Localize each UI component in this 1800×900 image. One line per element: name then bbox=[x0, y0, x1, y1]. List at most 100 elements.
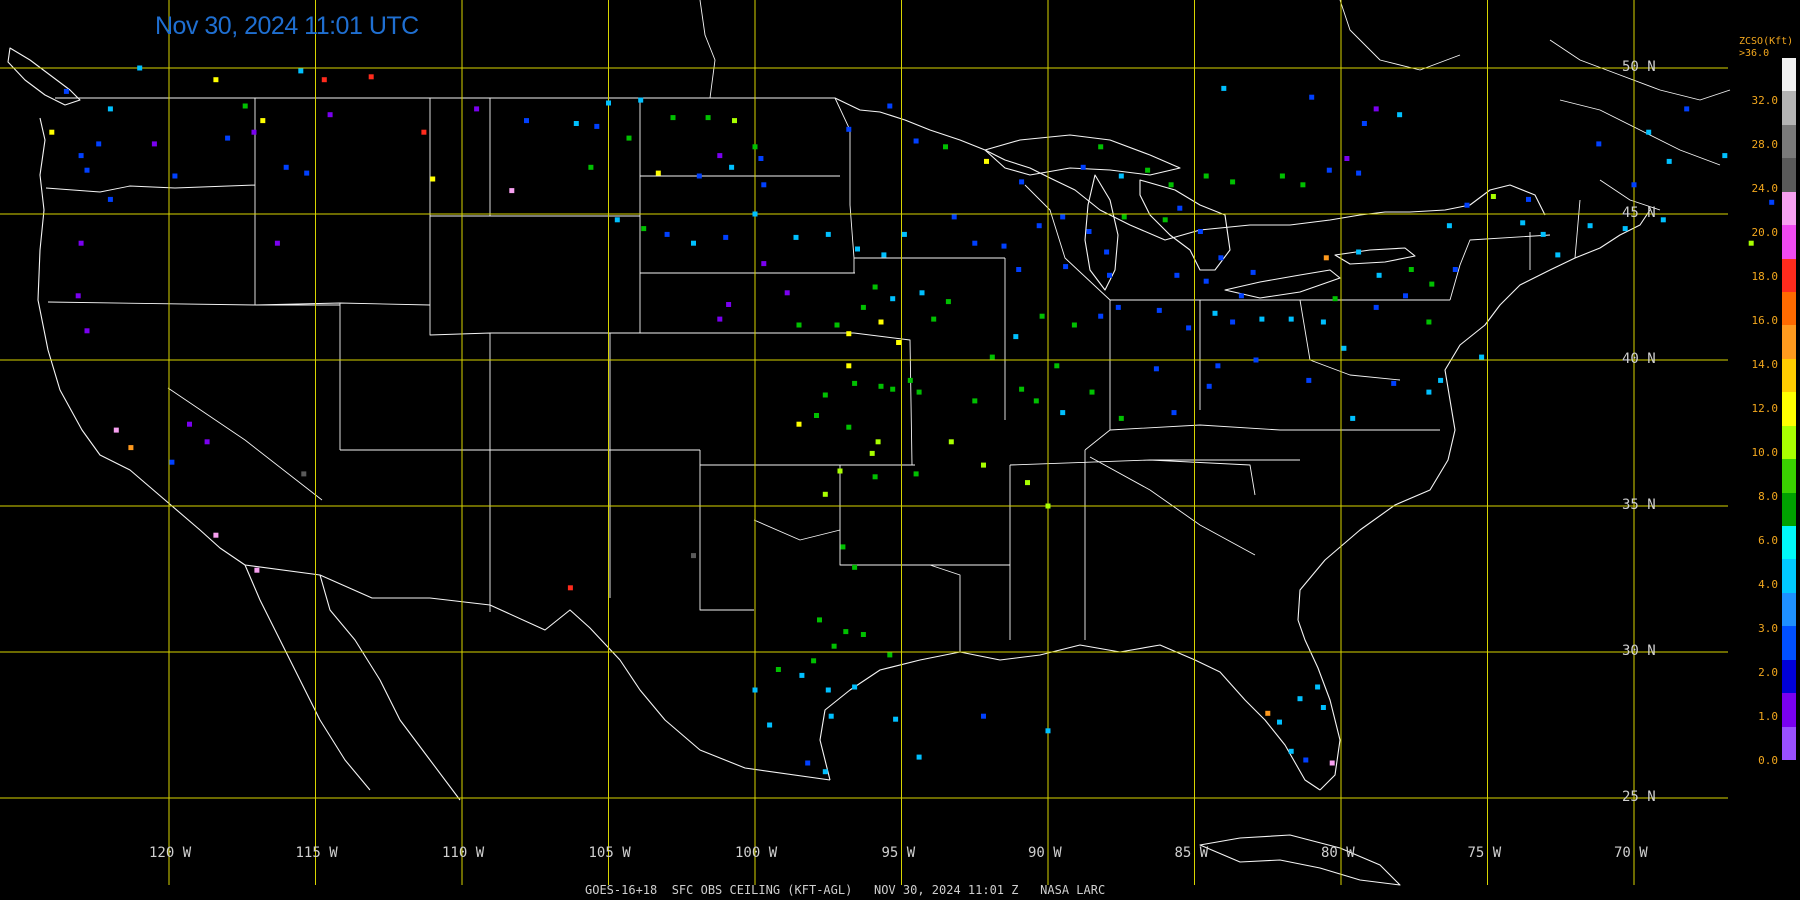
longitude-label: 80 W bbox=[1321, 845, 1355, 861]
station-marker bbox=[852, 564, 858, 570]
station-marker bbox=[852, 684, 858, 690]
station-marker bbox=[1259, 316, 1265, 322]
station-marker bbox=[948, 439, 954, 445]
station-marker bbox=[1039, 313, 1045, 319]
station-marker bbox=[1306, 377, 1312, 383]
station-marker bbox=[78, 153, 84, 159]
station-marker bbox=[524, 118, 529, 124]
station-marker bbox=[831, 643, 837, 649]
station-marker bbox=[1520, 220, 1526, 226]
station-marker bbox=[1019, 386, 1025, 392]
station-marker bbox=[84, 167, 90, 173]
station-marker bbox=[691, 553, 696, 559]
station-marker bbox=[1230, 179, 1236, 185]
station-marker bbox=[84, 328, 90, 334]
legend-value-label: 3.0 bbox=[1758, 622, 1778, 635]
station-marker bbox=[137, 65, 143, 71]
station-marker bbox=[981, 713, 986, 719]
station-marker bbox=[1060, 214, 1066, 220]
legend-color-segment bbox=[1782, 659, 1796, 694]
station-marker bbox=[893, 716, 899, 722]
station-marker bbox=[793, 234, 799, 240]
station-marker bbox=[1001, 243, 1007, 249]
station-marker bbox=[128, 445, 134, 451]
map-canvas bbox=[0, 0, 1800, 900]
longitude-label: 90 W bbox=[1028, 845, 1062, 861]
latitude-label: 25 N bbox=[1622, 789, 1656, 805]
station-marker bbox=[63, 88, 69, 94]
station-marker bbox=[1277, 719, 1282, 725]
station-marker bbox=[1033, 398, 1039, 404]
station-marker bbox=[696, 173, 702, 179]
station-marker bbox=[1587, 223, 1593, 229]
longitude-label: 70 W bbox=[1614, 845, 1648, 861]
station-marker bbox=[1479, 354, 1485, 360]
legend-value-label: 20.0 bbox=[1751, 226, 1779, 239]
station-marker bbox=[1373, 304, 1379, 310]
station-marker bbox=[846, 126, 852, 132]
legend-value-label: 4.0 bbox=[1758, 578, 1778, 591]
legend-value-label: 8.0 bbox=[1758, 490, 1778, 503]
station-marker bbox=[1156, 307, 1162, 313]
station-marker bbox=[1341, 345, 1347, 351]
product-footer: GOES-16+18 SFC OBS CEILING (KFT-AGL) NOV… bbox=[585, 883, 1106, 897]
station-marker bbox=[907, 377, 913, 383]
station-marker bbox=[1171, 410, 1177, 416]
station-marker bbox=[1098, 144, 1104, 150]
station-marker bbox=[1054, 363, 1060, 369]
station-marker bbox=[752, 687, 758, 693]
station-marker bbox=[758, 156, 764, 161]
station-marker bbox=[1323, 255, 1329, 261]
station-marker bbox=[822, 392, 828, 398]
station-marker bbox=[872, 284, 878, 290]
station-marker bbox=[75, 293, 81, 299]
legend-value-label: 12.0 bbox=[1751, 402, 1779, 415]
station-marker bbox=[901, 231, 907, 237]
station-marker bbox=[1063, 264, 1069, 270]
station-marker bbox=[1036, 223, 1042, 229]
station-marker bbox=[951, 214, 957, 220]
station-marker bbox=[1060, 410, 1066, 416]
station-marker bbox=[1376, 272, 1382, 278]
legend-color-segment bbox=[1782, 526, 1796, 560]
station-marker bbox=[567, 585, 573, 591]
station-marker bbox=[1438, 377, 1444, 383]
station-marker bbox=[225, 135, 231, 141]
station-marker bbox=[822, 769, 828, 775]
station-marker bbox=[837, 468, 843, 474]
station-marker bbox=[213, 532, 219, 538]
station-marker bbox=[852, 380, 858, 386]
station-marker bbox=[1631, 182, 1637, 188]
station-marker bbox=[984, 158, 989, 164]
legend-value-label: 2.0 bbox=[1758, 666, 1778, 679]
station-marker bbox=[761, 182, 767, 188]
latitude-label: 35 N bbox=[1622, 497, 1656, 513]
station-marker bbox=[878, 383, 884, 389]
station-marker bbox=[860, 304, 866, 310]
station-marker bbox=[1403, 293, 1408, 299]
station-marker bbox=[655, 170, 661, 176]
station-marker bbox=[430, 176, 436, 182]
station-marker bbox=[767, 722, 773, 728]
station-marker bbox=[1121, 214, 1127, 220]
station-marker bbox=[825, 231, 831, 237]
legend-color-segment bbox=[1782, 124, 1796, 159]
station-marker bbox=[869, 450, 875, 456]
station-marker bbox=[1373, 106, 1379, 112]
station-marker bbox=[1089, 389, 1095, 395]
station-marker bbox=[641, 226, 647, 232]
longitude-label: 85 W bbox=[1174, 845, 1209, 861]
station-marker bbox=[1391, 380, 1397, 386]
station-marker bbox=[1426, 389, 1432, 395]
station-marker bbox=[1080, 164, 1086, 170]
station-marker bbox=[1218, 255, 1224, 261]
station-marker bbox=[1408, 267, 1414, 272]
station-marker bbox=[1145, 167, 1151, 173]
legend-color-segment bbox=[1782, 191, 1796, 226]
station-marker bbox=[729, 164, 735, 170]
legend-title-variable: ZCSO(Kft) bbox=[1739, 36, 1794, 47]
station-marker bbox=[1279, 173, 1285, 179]
station-marker bbox=[828, 713, 834, 719]
station-marker bbox=[274, 240, 280, 246]
station-marker bbox=[1071, 322, 1077, 328]
